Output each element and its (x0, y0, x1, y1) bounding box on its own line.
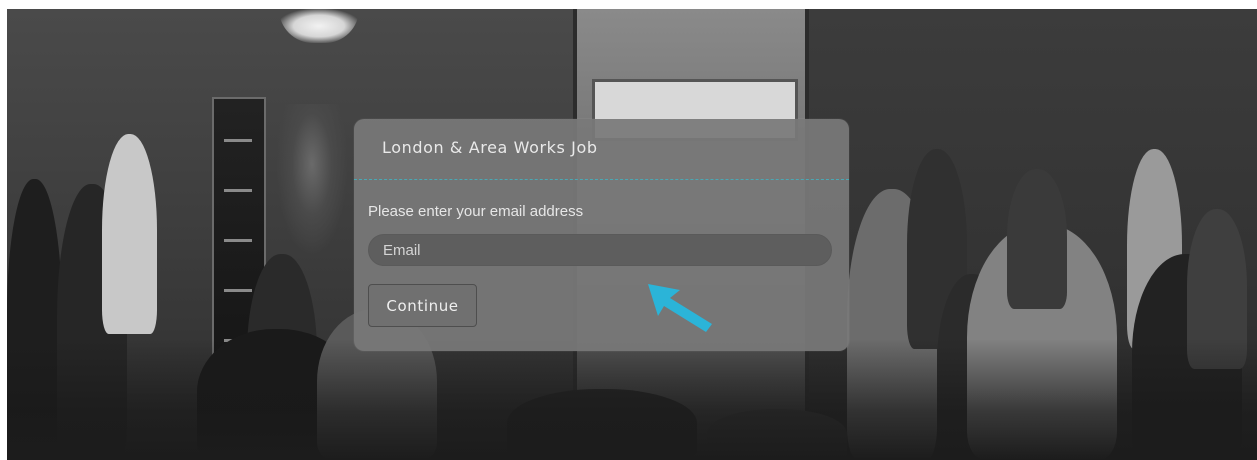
modal-title: London & Area Works Job (382, 138, 598, 157)
modal-header: London & Area Works Job (354, 119, 849, 180)
crowd-person (102, 134, 157, 334)
email-input[interactable] (368, 234, 832, 266)
crowd-foreground-shade (7, 339, 1257, 460)
background-plant (277, 104, 347, 254)
email-signin-modal: London & Area Works Job Please enter you… (354, 119, 849, 351)
arrow-pointer-icon (648, 284, 712, 332)
continue-button[interactable]: Continue (368, 284, 477, 327)
email-prompt-label: Please enter your email address (368, 203, 584, 220)
crowd-person (1007, 169, 1067, 309)
